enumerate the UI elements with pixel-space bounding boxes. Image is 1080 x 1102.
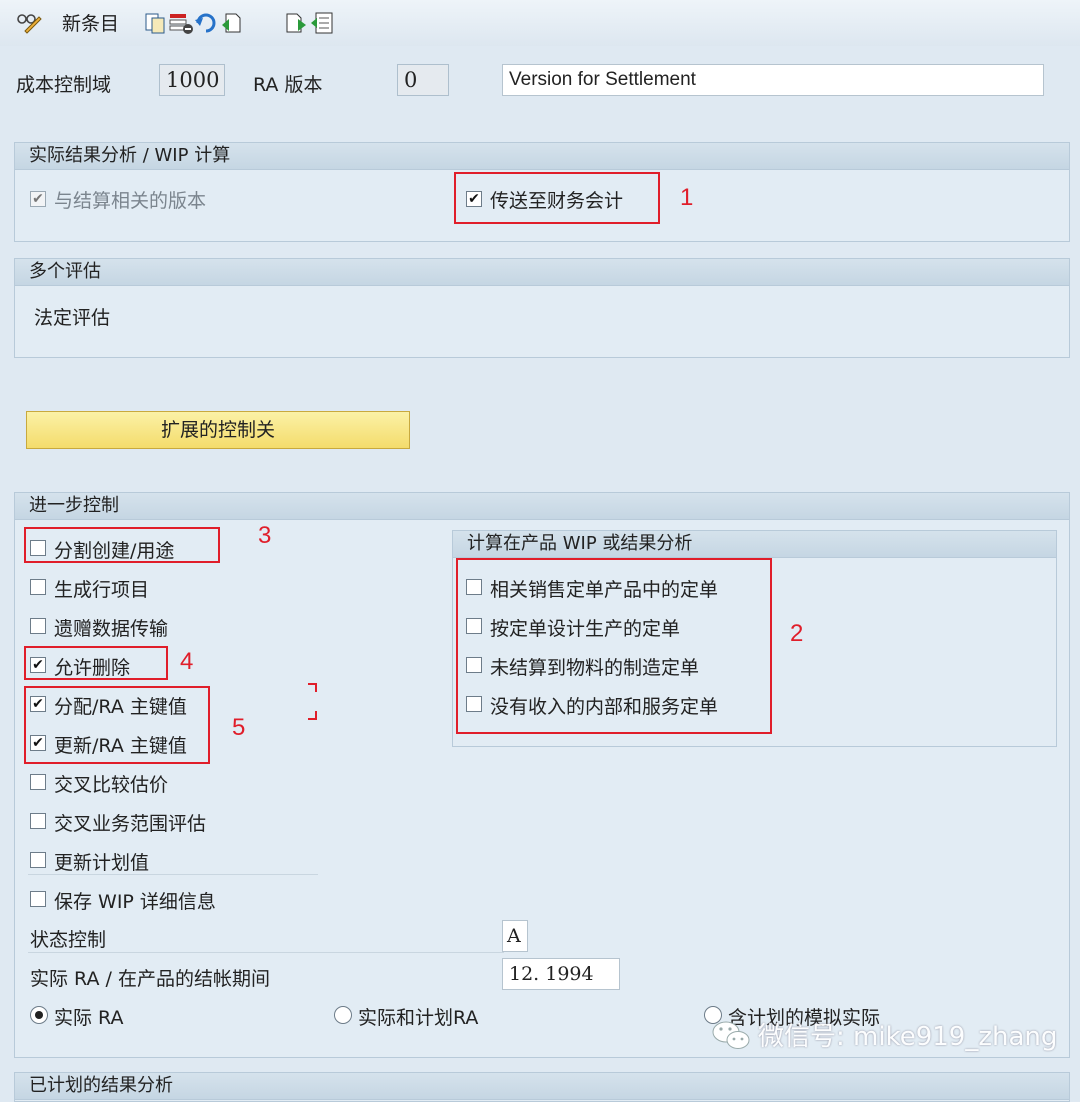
- extended-control-button[interactable]: 扩展的控制关: [26, 411, 410, 449]
- checkbox-label: 交叉比较估价: [54, 774, 169, 796]
- annotation-box-5: [24, 686, 210, 764]
- controlling-area-label: 成本控制域: [16, 74, 112, 96]
- group-title: 已计划的结果分析: [15, 1073, 1069, 1100]
- annotation-bracket: [308, 683, 317, 720]
- transfer-fi-checkbox[interactable]: ✔: [466, 191, 482, 207]
- annotation-box-3: [24, 527, 220, 563]
- annotation-box-4: [24, 646, 168, 680]
- other-entry-icon[interactable]: [310, 11, 333, 34]
- group-title: 进一步控制: [15, 493, 1069, 520]
- annotation-number-3: 3: [258, 522, 272, 549]
- wechat-icon: [712, 1021, 750, 1049]
- planned-ra-group: 已计划的结果分析: [14, 1072, 1070, 1102]
- status-control-label: 状态控制: [30, 929, 107, 951]
- divider: [28, 952, 504, 953]
- ra-version-description: Version for Settlement: [502, 64, 1044, 96]
- previous-entry-icon[interactable]: [220, 11, 242, 33]
- legacy-data-transfer-checkbox[interactable]: [30, 618, 46, 634]
- radio-label: 实际和计划RA: [358, 1007, 479, 1029]
- group-title: 实际结果分析 / WIP 计算: [15, 143, 1069, 170]
- group-title: 计算在产品 WIP 或结果分析: [453, 531, 1056, 558]
- checkbox-label: 更新计划值: [54, 852, 150, 874]
- period-field[interactable]: 12. 1994: [502, 958, 620, 990]
- divider: [28, 874, 318, 875]
- radio-label: 实际 RA: [54, 1007, 124, 1029]
- settlement-version-label: 与结算相关的版本: [54, 190, 207, 212]
- period-label: 实际 RA / 在产品的结帐期间: [30, 968, 270, 990]
- watermark-text: 微信号: mike919_zhang: [758, 1022, 1058, 1052]
- annotation-number-1: 1: [680, 184, 694, 211]
- copy-icon[interactable]: [144, 11, 166, 34]
- annotation-number-4: 4: [180, 648, 194, 675]
- generate-line-items-checkbox[interactable]: [30, 579, 46, 595]
- cross-business-area-checkbox[interactable]: [30, 813, 46, 829]
- transfer-fi-label: 传送至财务会计: [490, 190, 624, 212]
- cross-compare-checkbox[interactable]: [30, 774, 46, 790]
- radio-actual-plan-ra[interactable]: [334, 1006, 352, 1024]
- undo-icon[interactable]: [194, 11, 216, 33]
- glasses-pencil-icon[interactable]: [16, 11, 42, 34]
- multiple-valuation-group: 多个评估: [14, 258, 1070, 358]
- checkbox-label: 保存 WIP 详细信息: [54, 891, 216, 913]
- group-title: 多个评估: [15, 259, 1069, 286]
- next-entry-icon[interactable]: [284, 11, 306, 33]
- delete-row-icon[interactable]: [168, 11, 193, 34]
- annotation-number-2: 2: [790, 620, 804, 647]
- radio-actual-ra[interactable]: [30, 1006, 48, 1024]
- controlling-area-field: 1000: [159, 64, 225, 96]
- update-plan-values-checkbox[interactable]: [30, 852, 46, 868]
- settlement-version-checkbox: ✔: [30, 191, 46, 207]
- new-entry-button[interactable]: 新条目: [62, 9, 119, 36]
- checkbox-label: 遗赠数据传输: [54, 618, 169, 640]
- toolbar: 新条目: [0, 0, 1080, 46]
- save-wip-details-checkbox[interactable]: [30, 891, 46, 907]
- legal-valuation-label: 法定评估: [34, 307, 111, 329]
- ra-version-field: 0: [397, 64, 449, 96]
- checkbox-label: 生成行项目: [54, 579, 150, 601]
- annotation-box-2: [456, 558, 772, 734]
- status-control-field[interactable]: A: [502, 920, 528, 952]
- checkbox-label: 交叉业务范围评估: [54, 813, 207, 835]
- ra-version-label: RA 版本: [253, 74, 323, 96]
- annotation-number-5: 5: [232, 714, 246, 741]
